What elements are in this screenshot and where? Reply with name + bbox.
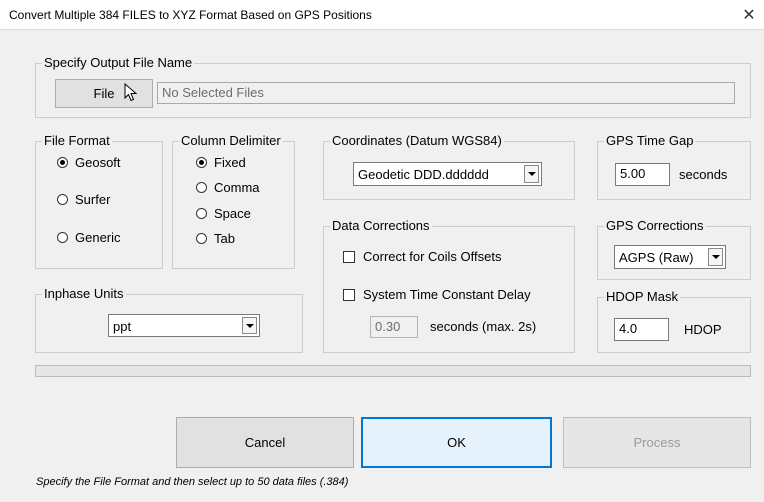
process-button-label: Process <box>633 435 681 450</box>
radio-generic[interactable]: Generic <box>57 230 121 245</box>
gps-corrections-dropdown-arrow[interactable] <box>708 248 723 266</box>
radio-fixed[interactable]: Fixed <box>196 155 246 170</box>
gps-time-gap-input[interactable]: 5.00 <box>615 163 670 186</box>
gps-corrections-legend: GPS Corrections <box>604 218 706 234</box>
radio-comma-indicator <box>196 182 207 193</box>
radio-space-label: Space <box>214 206 251 221</box>
output-file-field[interactable]: No Selected Files <box>157 82 735 104</box>
inphase-units-selected-value: ppt <box>113 319 132 334</box>
status-text: Specify the File Format and then select … <box>36 476 349 488</box>
file-format-legend: File Format <box>42 133 112 149</box>
ok-button[interactable]: OK <box>361 417 552 468</box>
title-bar: Convert Multiple 384 FILES to XYZ Format… <box>0 0 764 30</box>
gps-time-gap-legend: GPS Time Gap <box>604 133 696 149</box>
delay-unit: seconds (max. 2s) <box>430 319 537 334</box>
chevron-down-icon <box>527 172 536 176</box>
file-button-label: File <box>93 86 115 101</box>
coordinates-legend: Coordinates (Datum WGS84) <box>330 133 504 149</box>
radio-tab-label: Tab <box>214 231 235 246</box>
delay-value: 0.30 <box>375 319 401 334</box>
output-file-value: No Selected Files <box>162 85 264 100</box>
radio-geosoft[interactable]: Geosoft <box>57 155 121 170</box>
gps-corrections-select[interactable]: AGPS (Raw) <box>614 245 726 269</box>
hdop-mask-value: 4.0 <box>619 321 638 336</box>
inphase-units-select[interactable]: ppt <box>108 314 260 337</box>
gps-time-gap-value: 5.00 <box>620 166 646 181</box>
column-delimiter-legend: Column Delimiter <box>179 133 283 149</box>
coils-offsets-label: Correct for Coils Offsets <box>363 249 502 264</box>
radio-generic-label: Generic <box>75 230 121 245</box>
coordinates-selected-value: Geodetic DDD.dddddd <box>358 167 489 182</box>
output-file-legend: Specify Output File Name <box>42 55 195 71</box>
radio-tab[interactable]: Tab <box>196 231 235 246</box>
radio-space-indicator <box>196 208 207 219</box>
radio-tab-indicator <box>196 233 207 244</box>
coils-offsets-checkbox[interactable]: Correct for Coils Offsets <box>343 249 501 264</box>
radio-fixed-indicator <box>196 157 207 168</box>
chevron-down-icon <box>711 255 720 259</box>
file-button[interactable]: File <box>55 79 153 108</box>
coordinates-dropdown-arrow[interactable] <box>524 165 539 183</box>
gps-corrections-selected-value: AGPS (Raw) <box>619 250 694 265</box>
hdop-mask-unit: HDOP <box>684 322 722 337</box>
progress-bar <box>35 365 751 377</box>
gps-time-gap-unit: seconds <box>679 167 728 182</box>
radio-fixed-label: Fixed <box>214 155 246 170</box>
ok-button-label: OK <box>447 435 466 450</box>
radio-comma-label: Comma <box>214 180 260 195</box>
inphase-units-dropdown-arrow[interactable] <box>242 317 257 334</box>
radio-surfer-label: Surfer <box>75 192 111 207</box>
delay-value-input[interactable]: 0.30 <box>370 316 418 338</box>
inphase-units-legend: Inphase Units <box>42 286 126 302</box>
time-delay-checkbox[interactable]: System Time Constant Delay <box>343 287 531 302</box>
cancel-button-label: Cancel <box>244 435 286 450</box>
close-button[interactable]: ✕ <box>734 0 764 30</box>
mouse-cursor-icon <box>124 83 138 102</box>
radio-surfer-indicator <box>57 194 68 205</box>
radio-generic-indicator <box>57 232 68 243</box>
radio-comma[interactable]: Comma <box>196 180 260 195</box>
chevron-down-icon <box>245 323 254 328</box>
radio-space[interactable]: Space <box>196 206 251 221</box>
radio-geosoft-label: Geosoft <box>75 155 121 170</box>
hdop-mask-legend: HDOP Mask <box>604 289 680 305</box>
hdop-mask-input[interactable]: 4.0 <box>614 318 669 341</box>
time-delay-label: System Time Constant Delay <box>363 287 531 302</box>
window-title: Convert Multiple 384 FILES to XYZ Format… <box>9 8 372 22</box>
data-corrections-legend: Data Corrections <box>330 218 432 234</box>
radio-surfer[interactable]: Surfer <box>57 192 110 207</box>
process-button[interactable]: Process <box>563 417 751 468</box>
close-icon: ✕ <box>742 7 756 24</box>
coordinates-select[interactable]: Geodetic DDD.dddddd <box>353 162 542 186</box>
cancel-button[interactable]: Cancel <box>176 417 354 468</box>
time-delay-check-box <box>343 288 355 301</box>
coils-offsets-check-box <box>343 250 355 263</box>
radio-geosoft-indicator <box>57 157 68 168</box>
